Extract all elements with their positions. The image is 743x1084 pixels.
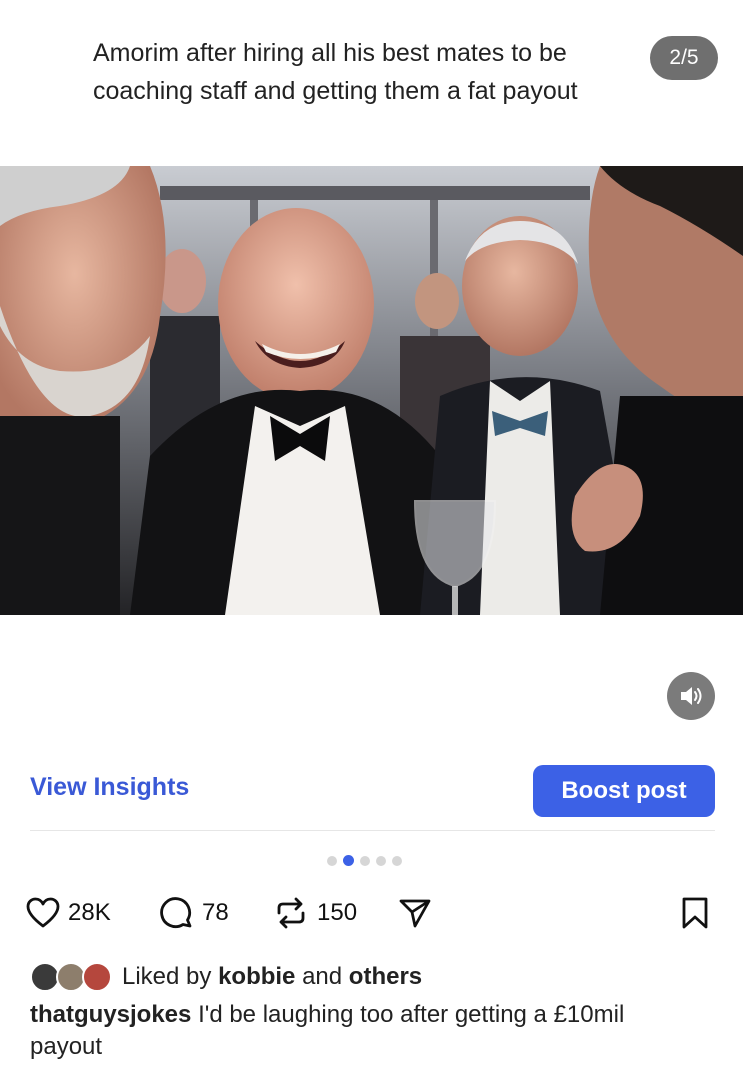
carousel-dot[interactable]: [327, 855, 337, 866]
share-action[interactable]: [398, 890, 432, 936]
repost-icon: [277, 897, 305, 929]
sound-toggle-button[interactable]: [667, 672, 715, 720]
comment-username[interactable]: thatguysjokes: [30, 1001, 191, 1028]
like-count: 28K: [68, 899, 111, 926]
carousel-counter: 2/5: [650, 36, 718, 80]
likes-others-link[interactable]: others: [349, 963, 422, 990]
sound-on-icon: [681, 687, 702, 705]
comment-icon: [160, 897, 192, 928]
comment-count: 78: [202, 899, 229, 926]
heart-icon: [26, 897, 60, 928]
carousel-dot[interactable]: [360, 855, 370, 866]
post-photo[interactable]: [0, 166, 743, 615]
repost-count: 150: [317, 899, 358, 926]
liker-username[interactable]: kobbie: [218, 963, 295, 990]
post-comment: thatguysjokes I'd be laughing too after …: [30, 999, 690, 1063]
likes-row[interactable]: Liked by kobbie and others: [30, 960, 422, 994]
likes-and: and: [302, 963, 343, 990]
boost-post-button[interactable]: Boost post: [533, 765, 715, 817]
share-icon: [399, 899, 431, 928]
post-view: Amorim after hiring all his best mates t…: [0, 0, 743, 1084]
carousel-dots: [327, 855, 402, 866]
save-action[interactable]: [680, 890, 710, 936]
avatar: [82, 962, 112, 992]
photo-illustration: [0, 166, 743, 615]
bookmark-icon: [682, 897, 708, 929]
liker-avatars: [30, 960, 120, 994]
view-insights-link[interactable]: View Insights: [30, 773, 189, 802]
divider: [30, 830, 715, 831]
comment-action[interactable]: 78: [160, 890, 229, 936]
carousel-dot[interactable]: [392, 855, 402, 866]
likes-text: Liked by kobbie and others: [122, 963, 422, 991]
like-action[interactable]: 28K: [26, 890, 111, 936]
carousel-dot[interactable]: [376, 855, 386, 866]
post-caption: Amorim after hiring all his best mates t…: [93, 39, 578, 105]
likes-prefix: Liked by: [122, 963, 212, 990]
post-actions: 28K 78 150: [26, 890, 716, 936]
carousel-dot-active[interactable]: [343, 855, 354, 866]
repost-action[interactable]: 150: [273, 890, 357, 936]
